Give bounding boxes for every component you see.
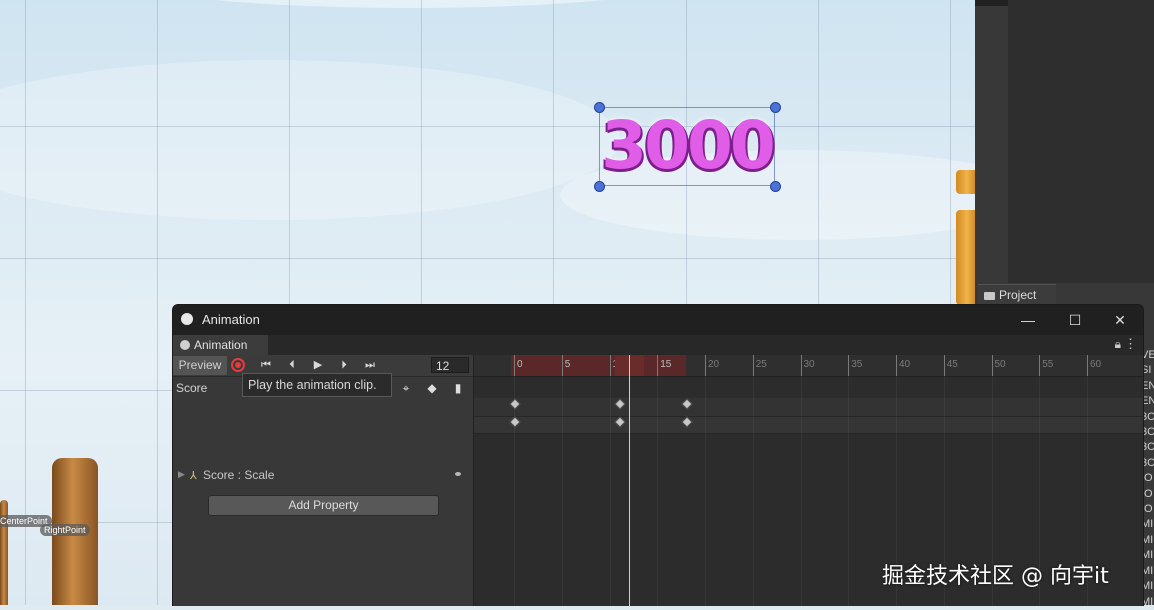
right-point-label: RightPoint	[40, 524, 90, 536]
grid-line	[705, 376, 706, 606]
resize-handle[interactable]	[594, 181, 605, 192]
score-text: 3000	[601, 107, 776, 184]
window-title: Animation	[202, 312, 260, 327]
inspector-area	[1008, 0, 1154, 283]
lock-icon[interactable]: 🔒︎	[1115, 337, 1121, 352]
ruler-tick	[561, 355, 563, 376]
time-ruler[interactable]: 051015202530354045505560	[474, 355, 1143, 377]
ruler-label: 25	[755, 359, 767, 370]
maximize-icon[interactable]: ☐	[1064, 310, 1086, 330]
more-icon[interactable]: ⋮	[1124, 336, 1137, 352]
playhead[interactable]	[628, 355, 630, 606]
ruler-label: 40	[899, 359, 911, 370]
ruler-label: 20	[708, 359, 720, 370]
wood-block	[956, 210, 975, 305]
ruler-label: 35	[851, 359, 863, 370]
add-property-button[interactable]: Add Property	[208, 495, 439, 516]
transform-icon: ⅄	[190, 470, 197, 482]
property-name: Score : Scale	[203, 468, 275, 482]
grid-line	[0, 126, 975, 127]
ruler-tick	[1087, 355, 1088, 376]
snap-icon[interactable]: ⌖	[396, 380, 416, 397]
ruler-tick	[896, 355, 897, 376]
ruler-label: 30	[803, 359, 815, 370]
preview-button[interactable]: Preview	[173, 356, 227, 375]
grid-line	[157, 0, 158, 605]
tab-bar: Animation 🔒︎ ⋮	[173, 335, 1143, 355]
property-options-icon[interactable]	[455, 472, 461, 476]
ruler-tick	[991, 355, 993, 376]
ruler-label: 45	[946, 359, 958, 370]
ruler-label: 5	[564, 359, 571, 370]
folder-icon	[984, 291, 995, 300]
add-keyframe-icon[interactable]: ◆	[422, 380, 442, 397]
clock-icon	[180, 340, 190, 350]
resize-handle[interactable]	[770, 102, 781, 113]
ruler-tick	[609, 355, 611, 376]
grid-line	[609, 376, 611, 606]
ruler-tick	[514, 355, 515, 376]
grid-line	[561, 376, 563, 606]
add-event-icon[interactable]: ▮	[448, 380, 468, 397]
ruler-tick	[800, 355, 802, 376]
frame-input[interactable]: 12	[431, 357, 469, 373]
ruler-label: 60	[1090, 359, 1102, 370]
grid-line	[657, 376, 659, 606]
tab-animation[interactable]: Animation	[173, 335, 268, 355]
ruler-tick	[752, 355, 754, 376]
tooltip: Play the animation clip.	[242, 373, 392, 397]
ruler-tick	[1039, 355, 1041, 376]
tab-project[interactable]: Project	[978, 284, 1056, 305]
watermark: 掘金技术社区 @ 向宇it	[882, 564, 1109, 589]
ruler-tick	[848, 355, 850, 376]
ruler-label: 55	[1042, 359, 1054, 370]
project-tab-label: Project	[999, 288, 1037, 302]
ruler-label: 50	[994, 359, 1006, 370]
grid-line	[752, 376, 754, 606]
summary-row	[474, 398, 1143, 416]
score-sprite[interactable]: 3000	[599, 107, 776, 186]
tab-label: Animation	[194, 338, 248, 352]
cloud	[150, 0, 670, 8]
resize-handle[interactable]	[770, 181, 781, 192]
resize-handle[interactable]	[594, 102, 605, 113]
close-icon[interactable]: ✕	[1109, 310, 1131, 330]
property-pane: Preview ⏮ ⏴ ▶ ⏵ ⏭ 12 Score ⌖ ◆ ▮ Play th…	[173, 355, 474, 606]
track-row	[474, 416, 1143, 434]
window-titlebar[interactable]: Animation — ☐ ✕	[173, 305, 1143, 335]
wood-block	[956, 170, 975, 194]
grid-line	[800, 376, 802, 606]
grid-line	[848, 376, 850, 606]
minimize-icon[interactable]: —	[1017, 310, 1039, 330]
grid-line	[514, 376, 515, 606]
ruler-label: 0	[517, 359, 523, 370]
expand-icon[interactable]: ▶	[178, 469, 185, 480]
ruler-tick	[705, 355, 706, 376]
clip-selector[interactable]: Score	[176, 381, 207, 395]
property-row[interactable]: ▶ ⅄ Score : Scale	[173, 465, 473, 485]
unity-icon	[181, 313, 193, 325]
cloud	[0, 60, 620, 220]
record-button[interactable]	[231, 358, 245, 372]
ruler-label: 15	[660, 359, 672, 370]
grid-line	[0, 258, 975, 259]
ruler-tick	[943, 355, 945, 376]
ruler-tick	[657, 355, 659, 376]
